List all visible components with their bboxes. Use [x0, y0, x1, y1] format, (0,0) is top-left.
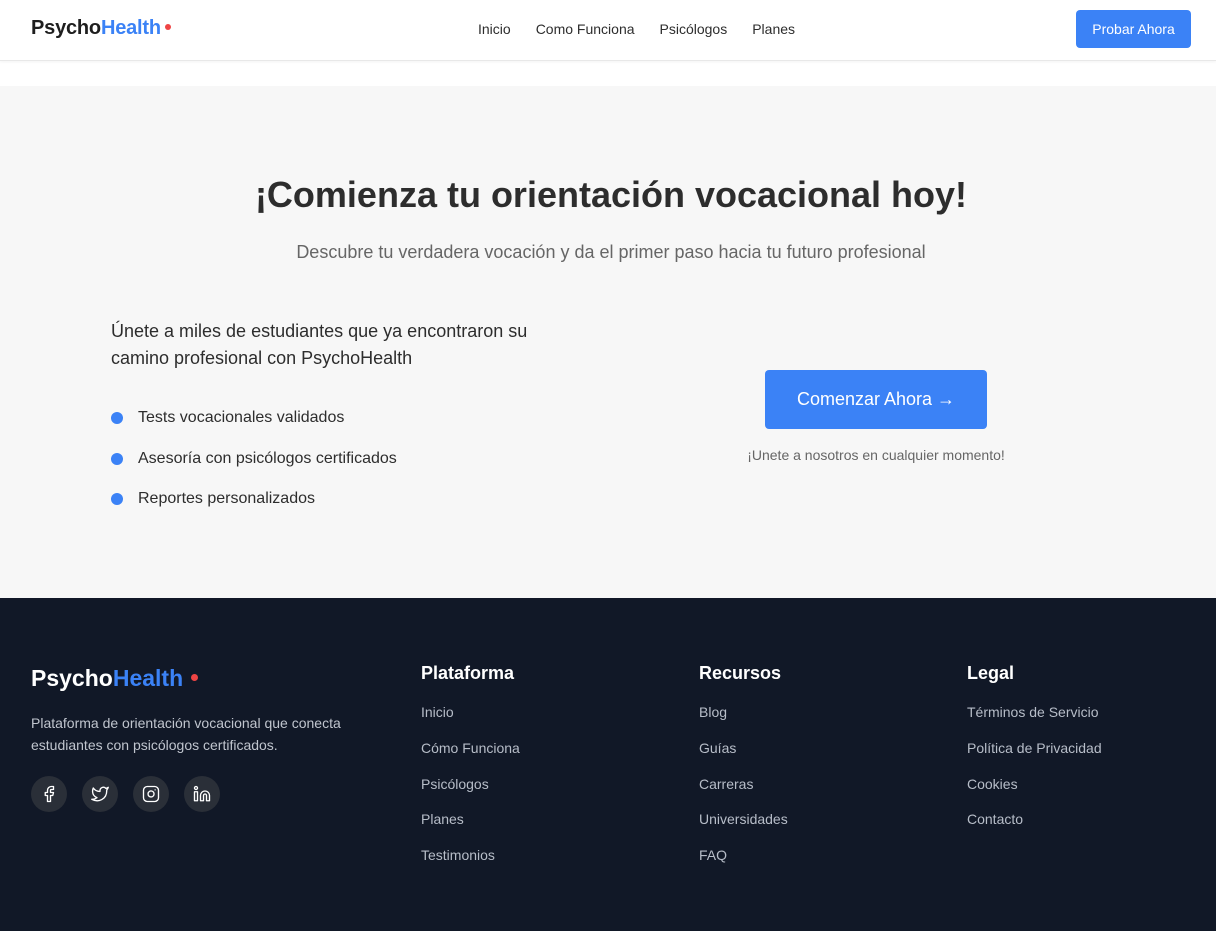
nav-link-inicio[interactable]: Inicio — [478, 21, 511, 37]
footer-link-psicologos[interactable]: Psicólogos — [421, 775, 520, 811]
footer-link-planes[interactable]: Planes — [421, 810, 520, 846]
footer-link-testimonios[interactable]: Testimonios — [421, 846, 520, 882]
footer-link-guias[interactable]: Guías — [699, 739, 788, 775]
footer-link-contacto[interactable]: Contacto — [967, 810, 1102, 846]
linkedin-icon[interactable] — [184, 776, 220, 812]
logo-dot-icon — [164, 24, 171, 30]
footer-link-blog[interactable]: Blog — [699, 703, 788, 739]
footer-link-como-funciona[interactable]: Cómo Funciona — [421, 739, 520, 775]
footer-logo[interactable]: PsychoHealth — [31, 665, 199, 692]
feature-label: Reportes personalizados — [138, 490, 315, 508]
footer-logo-dot-icon — [191, 674, 199, 681]
logo-text-health: Health — [100, 17, 161, 39]
footer-link-cookies[interactable]: Cookies — [967, 775, 1102, 811]
nav-link-psicologos[interactable]: Psicólogos — [660, 21, 728, 37]
logo-text-psycho: Psycho — [31, 17, 101, 39]
footer-logo-text-health: Health — [112, 665, 184, 691]
footer-link-privacidad[interactable]: Política de Privacidad — [967, 739, 1102, 775]
feature-label: Asesoría con psicólogos certificados — [138, 449, 397, 467]
twitter-icon[interactable] — [82, 776, 118, 812]
footer-column-recursos: Recursos Blog Guías Carreras Universidad… — [699, 663, 788, 882]
footer-link-faq[interactable]: FAQ — [699, 846, 788, 882]
try-now-button[interactable]: Probar Ahora — [1076, 10, 1191, 48]
feature-item: Asesoría con psicólogos certificados — [111, 439, 397, 480]
site-header: PsychoHealth Inicio Como Funciona Psicól… — [0, 0, 1216, 61]
footer-logo-text-psycho: Psycho — [31, 665, 113, 691]
footer-link-universidades[interactable]: Universidades — [699, 810, 788, 846]
main-nav: Inicio Como Funciona Psicólogos Planes — [478, 21, 795, 37]
site-footer: PsychoHealth Plataforma de orientación v… — [0, 598, 1216, 931]
cta-section: ¡Comienza tu orientación vocacional hoy!… — [0, 86, 1216, 598]
footer-description: Plataforma de orientación vocacional que… — [31, 715, 341, 753]
facebook-icon[interactable] — [31, 776, 67, 812]
nav-link-como-funciona[interactable]: Como Funciona — [536, 21, 635, 37]
footer-column-title: Recursos — [699, 663, 782, 683]
social-links — [31, 776, 220, 812]
join-text: Únete a miles de estudiantes que ya enco… — [111, 321, 528, 368]
footer-column-title: Legal — [967, 663, 1015, 683]
footer-column-plataforma: Plataforma Inicio Cómo Funciona Psicólog… — [421, 663, 520, 882]
footer-link-terminos[interactable]: Términos de Servicio — [967, 703, 1102, 739]
features-list: Tests vocacionales validados Asesoría co… — [111, 398, 397, 520]
bullet-icon — [111, 452, 123, 465]
cta-subtitle: Descubre tu verdadera vocación y da el p… — [296, 242, 926, 262]
instagram-icon[interactable] — [133, 776, 169, 812]
footer-link-inicio[interactable]: Inicio — [421, 703, 520, 739]
feature-item: Tests vocacionales validados — [111, 398, 397, 439]
feature-label: Tests vocacionales validados — [138, 409, 345, 427]
bullet-icon — [111, 412, 123, 425]
bullet-icon — [111, 493, 123, 506]
nav-link-planes[interactable]: Planes — [752, 21, 795, 37]
start-now-button[interactable]: Comenzar Ahora → — [765, 370, 987, 429]
footer-link-carreras[interactable]: Carreras — [699, 775, 788, 811]
cta-note: ¡Unete a nosotros en cualquier momento! — [747, 447, 1005, 463]
logo[interactable]: PsychoHealth — [31, 17, 171, 40]
footer-column-title: Plataforma — [421, 663, 515, 683]
footer-column-legal: Legal Términos de Servicio Política de P… — [967, 663, 1102, 846]
feature-item: Reportes personalizados — [111, 479, 397, 520]
cta-title: ¡Comienza tu orientación vocacional hoy! — [254, 174, 968, 215]
